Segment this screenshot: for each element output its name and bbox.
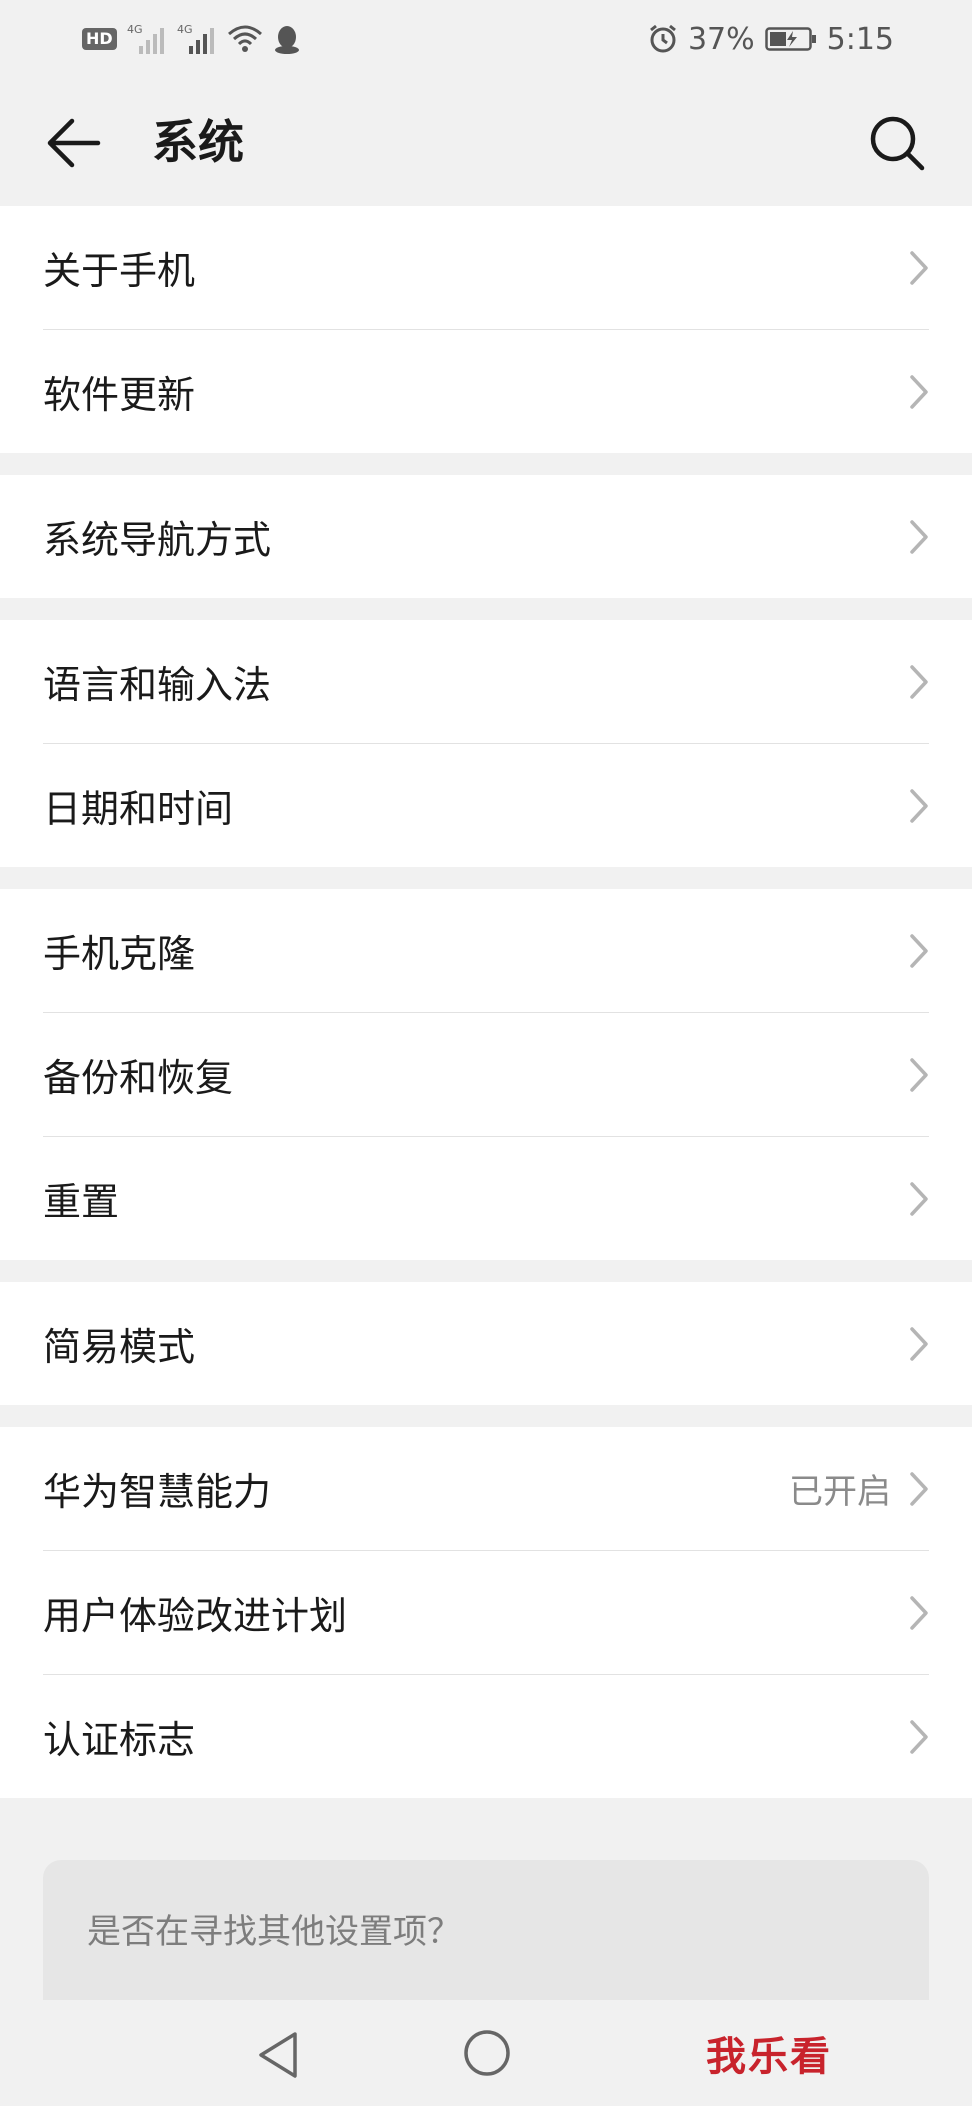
settings-item-label: 用户体验改进计划 — [43, 1594, 348, 1638]
settings-item-label: 系统导航方式 — [43, 518, 272, 562]
status-bar: HD 4G 4G 37% 5:15 — [0, 0, 972, 78]
settings-item-label: 华为智慧能力 — [43, 1470, 272, 1514]
settings-item-status: 已开启 — [789, 1472, 891, 1512]
settings-item-simple-mode[interactable]: 简易模式 — [43, 1282, 929, 1405]
chevron-right-icon — [910, 374, 928, 409]
settings-item-system-navigation[interactable]: 系统导航方式 — [43, 475, 929, 598]
status-right-icons: 37% 5:15 — [648, 18, 894, 60]
battery-charging-icon — [764, 26, 817, 52]
settings-item-label: 手机克隆 — [43, 932, 196, 976]
help-card-text: 是否在寻找其他设置项？ — [87, 1912, 461, 1952]
sim2-network-label: 4G — [177, 23, 193, 36]
chevron-right-icon — [910, 1326, 928, 1361]
search-icon — [870, 116, 925, 171]
settings-item-software-update[interactable]: 软件更新 — [43, 329, 929, 453]
chevron-right-icon — [910, 664, 928, 699]
chevron-right-icon — [910, 1057, 928, 1092]
settings-item-huawei-intelligence[interactable]: 华为智慧能力 已开启 — [43, 1427, 929, 1550]
settings-item-certification[interactable]: 认证标志 — [43, 1674, 929, 1798]
settings-item-user-experience[interactable]: 用户体验改进计划 — [43, 1550, 929, 1674]
sim1-signal-icon: 4G — [127, 22, 167, 56]
settings-group-navigation: 系统导航方式 — [0, 475, 972, 598]
chevron-right-icon — [910, 1181, 928, 1216]
circle-home-icon — [464, 2030, 510, 2076]
sim1-network-label: 4G — [127, 23, 143, 36]
triangle-back-icon — [259, 2032, 297, 2078]
settings-item-phone-clone[interactable]: 手机克隆 — [43, 889, 929, 1012]
page-title: 系统 — [152, 115, 244, 169]
settings-item-reset[interactable]: 重置 — [43, 1136, 929, 1260]
chevron-right-icon — [910, 250, 928, 285]
chevron-right-icon — [910, 1719, 928, 1754]
clock-time: 5:15 — [826, 21, 894, 57]
settings-item-label: 语言和输入法 — [43, 663, 272, 707]
chevron-right-icon — [910, 788, 928, 823]
settings-item-about-phone[interactable]: 关于手机 — [43, 206, 929, 329]
alarm-icon — [648, 24, 678, 54]
settings-item-label: 关于手机 — [43, 249, 196, 293]
settings-list: 关于手机 软件更新 系统导航方式 语言和输入法 日期和时间 手机克隆 备份和恢复 — [0, 206, 972, 1798]
sim2-signal-icon: 4G — [177, 22, 217, 56]
settings-group-language-time: 语言和输入法 日期和时间 — [0, 620, 972, 867]
settings-item-label: 简易模式 — [43, 1325, 196, 1369]
chevron-right-icon — [910, 1471, 928, 1506]
back-button[interactable] — [40, 108, 110, 178]
settings-group-device: 关于手机 软件更新 — [0, 206, 972, 453]
wifi-icon — [227, 24, 263, 54]
hd-voice-icon: HD — [82, 28, 117, 50]
settings-item-date-time[interactable]: 日期和时间 — [43, 743, 929, 867]
settings-group-simple-mode: 简易模式 — [0, 1282, 972, 1405]
search-button[interactable] — [862, 108, 932, 178]
settings-item-language-input[interactable]: 语言和输入法 — [43, 620, 929, 743]
settings-group-huawei: 华为智慧能力 已开启 用户体验改进计划 认证标志 — [0, 1427, 972, 1798]
status-left-icons: HD 4G 4G — [82, 18, 301, 60]
battery-percent: 37% — [687, 21, 755, 57]
qq-icon — [273, 23, 301, 55]
chevron-right-icon — [910, 933, 928, 968]
settings-item-label: 日期和时间 — [43, 787, 234, 831]
chevron-right-icon — [910, 1595, 928, 1630]
settings-item-label: 备份和恢复 — [43, 1056, 234, 1100]
arrow-left-icon — [47, 118, 101, 168]
nav-home-button[interactable] — [462, 2028, 512, 2078]
settings-item-label: 重置 — [43, 1180, 120, 1224]
settings-item-label: 软件更新 — [43, 373, 196, 417]
app-toolbar: 系统 — [0, 78, 972, 206]
system-nav-bar: 我乐看 — [0, 2000, 972, 2106]
watermark-logo: 我乐看 — [706, 2034, 832, 2080]
settings-item-label: 认证标志 — [43, 1718, 196, 1762]
chevron-right-icon — [910, 519, 928, 554]
settings-item-backup-restore[interactable]: 备份和恢复 — [43, 1012, 929, 1136]
settings-group-backup: 手机克隆 备份和恢复 重置 — [0, 889, 972, 1260]
nav-back-button[interactable] — [255, 2030, 301, 2080]
